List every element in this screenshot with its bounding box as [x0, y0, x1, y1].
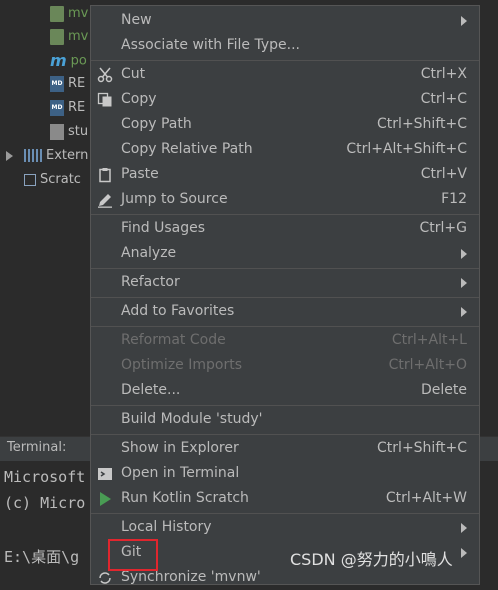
menu-separator	[91, 434, 479, 435]
maven-m-icon: m	[50, 51, 67, 70]
menu-item-jump-to-source[interactable]: Jump to Source F12	[91, 187, 479, 212]
menu-separator	[91, 268, 479, 269]
submenu-arrow-icon	[461, 523, 467, 533]
menu-item-add-to-favorites[interactable]: Add to Favorites	[91, 299, 479, 324]
context-menu: New Associate with File Type... Cut Ctrl…	[90, 5, 480, 585]
menu-item-paste[interactable]: Paste Ctrl+V	[91, 162, 479, 187]
md-file-icon: MD	[50, 99, 64, 116]
menu-item-analyze[interactable]: Analyze	[91, 241, 479, 266]
menu-item-show-in-explorer[interactable]: Show in Explorer Ctrl+Shift+C	[91, 436, 479, 461]
menu-item-copy[interactable]: Copy Ctrl+C	[91, 87, 479, 112]
paste-icon	[99, 168, 111, 183]
menu-item-reformat-code[interactable]: Reformat Code Ctrl+Alt+L	[91, 328, 479, 353]
menu-separator	[91, 60, 479, 61]
tree-item-study[interactable]: stu	[50, 121, 88, 143]
menu-item-optimize-imports[interactable]: Optimize Imports Ctrl+Alt+O	[91, 353, 479, 378]
submenu-arrow-icon	[461, 278, 467, 288]
library-icon	[24, 149, 42, 162]
submenu-arrow-icon	[461, 249, 467, 259]
menu-item-find-usages[interactable]: Find Usages Ctrl+G	[91, 216, 479, 241]
terminal-line: (c) Micro	[4, 494, 86, 512]
menu-item-new[interactable]: New	[91, 8, 479, 33]
menu-separator	[91, 326, 479, 327]
terminal-line: E:\桌面\g	[4, 548, 80, 566]
submenu-arrow-icon	[461, 548, 467, 558]
git-highlight-box	[108, 539, 158, 571]
terminal-title: Terminal:	[7, 440, 67, 455]
menu-item-delete[interactable]: Delete... Delete	[91, 378, 479, 403]
menu-separator	[91, 513, 479, 514]
file-icon	[50, 5, 64, 22]
text-file-icon	[50, 123, 64, 140]
pencil-icon	[98, 194, 112, 208]
tree-item-readme-2[interactable]: MD RE	[50, 97, 85, 119]
submenu-arrow-icon	[461, 16, 467, 26]
menu-separator	[91, 297, 479, 298]
menu-item-copy-path[interactable]: Copy Path Ctrl+Shift+C	[91, 112, 479, 137]
tree-item-readme-1[interactable]: MD RE	[50, 73, 85, 95]
terminal-line: Microsoft	[4, 468, 86, 486]
watermark: CSDN @努力的小鳴人	[290, 550, 453, 569]
menu-separator	[91, 405, 479, 406]
menu-item-copy-relative-path[interactable]: Copy Relative Path Ctrl+Alt+Shift+C	[91, 137, 479, 162]
md-file-icon: MD	[50, 75, 64, 92]
menu-item-open-in-terminal[interactable]: Open in Terminal	[91, 461, 479, 486]
menu-item-build-module[interactable]: Build Module 'study'	[91, 407, 479, 432]
scissors-icon	[97, 67, 113, 83]
menu-item-run-kotlin-scratch[interactable]: Run Kotlin Scratch Ctrl+Alt+W	[91, 486, 479, 511]
tree-item-mvnw-cmd[interactable]: mv	[50, 26, 88, 48]
menu-item-cut[interactable]: Cut Ctrl+X	[91, 62, 479, 87]
tree-item-pom[interactable]: m po	[50, 50, 87, 72]
sync-icon	[99, 572, 111, 584]
menu-item-refactor[interactable]: Refactor	[91, 270, 479, 295]
expand-arrow-icon[interactable]	[6, 151, 13, 161]
copy-icon	[97, 92, 112, 107]
tree-item-scratches[interactable]: Scratc	[24, 169, 81, 191]
run-icon	[100, 492, 111, 506]
menu-item-associate-file-type[interactable]: Associate with File Type...	[91, 33, 479, 58]
file-icon	[50, 28, 64, 45]
menu-item-local-history[interactable]: Local History	[91, 515, 479, 540]
terminal-icon	[98, 468, 112, 480]
submenu-arrow-icon	[461, 307, 467, 317]
menu-separator	[91, 214, 479, 215]
tree-item-external-libraries[interactable]: Extern	[24, 145, 88, 167]
scratch-icon	[24, 173, 36, 186]
tree-item-mvnw[interactable]: mv	[50, 3, 88, 25]
